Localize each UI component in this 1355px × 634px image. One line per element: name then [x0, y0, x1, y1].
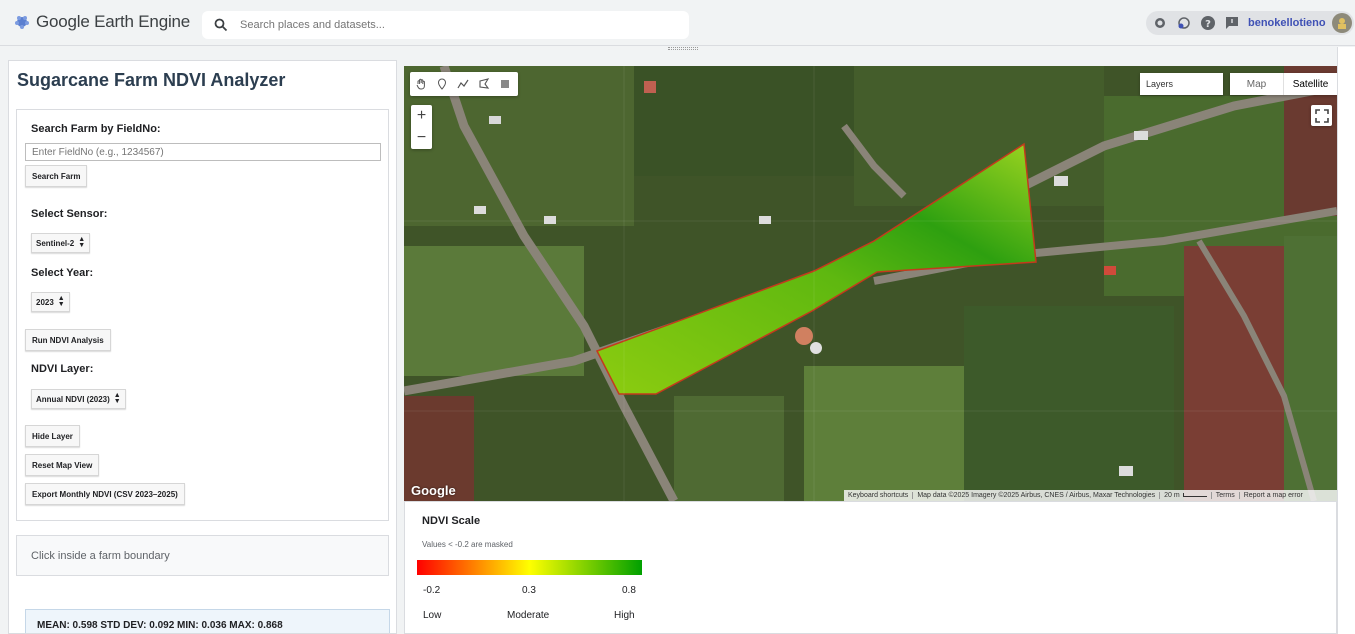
feedback-icon[interactable]	[1222, 13, 1242, 33]
sensor-select[interactable]: Sentinel-2 ▲ ▼	[31, 233, 91, 253]
app-logo[interactable]: Google Earth Engine	[14, 12, 190, 32]
year-label: Select Year:	[31, 267, 94, 279]
avatar[interactable]	[1331, 13, 1352, 33]
layers-button[interactable]: Layers	[1140, 73, 1223, 95]
hand-icon[interactable]	[410, 72, 431, 96]
point-icon[interactable]	[431, 72, 452, 96]
notifications-icon[interactable]	[1174, 13, 1194, 33]
ndvi-layer-select[interactable]: Annual NDVI (2023) ▲ ▼	[31, 389, 126, 409]
zoom-out-button[interactable]: −	[411, 127, 432, 149]
panel-title: Sugarcane Farm NDVI Analyzer	[17, 70, 286, 90]
ndvi-layer-label: NDVI Layer:	[31, 363, 94, 375]
map-type-toggle: Map Satellite	[1230, 73, 1337, 95]
satellite-imagery	[404, 66, 1337, 501]
brightness-icon[interactable]	[1150, 13, 1170, 33]
year-select[interactable]: 2023 ▲ ▼	[31, 292, 70, 312]
top-bar: Google Earth Engine ? benokellotieno	[0, 0, 1355, 46]
export-csv-button[interactable]: Export Monthly NDVI (CSV 2023–2025)	[25, 483, 185, 505]
username[interactable]: benokellotieno	[1248, 17, 1326, 29]
hide-layer-button[interactable]: Hide Layer	[25, 425, 80, 447]
legend-note: Values < -0.2 are masked	[422, 540, 513, 549]
zoom-in-button[interactable]: +	[411, 105, 432, 127]
right-gutter	[1337, 47, 1355, 634]
legend-high: High	[614, 610, 635, 621]
account-toolbar: ? benokellotieno	[1146, 11, 1354, 35]
google-logo: Google	[411, 483, 456, 498]
zoom-controls: + −	[411, 105, 432, 149]
search-input[interactable]	[240, 19, 660, 31]
year-value: 2023	[36, 297, 54, 307]
legend-mid: 0.3	[522, 585, 536, 596]
inspector-hint: Click inside a farm boundary	[31, 550, 170, 562]
keyboard-shortcuts-link[interactable]: Keyboard shortcuts	[844, 492, 914, 499]
scale-indicator[interactable]: 20 m	[1160, 492, 1212, 499]
panel-resize-handle[interactable]	[668, 47, 698, 50]
legend-color-bar	[417, 560, 642, 575]
select-caret-icon: ▲ ▼	[57, 295, 65, 308]
reset-map-view-button[interactable]: Reset Map View	[25, 454, 100, 476]
search-icon	[214, 18, 228, 32]
map-canvas[interactable]: + − Layers Map Satellite Google Keyboard…	[404, 66, 1337, 501]
map-type-satellite[interactable]: Satellite	[1283, 73, 1337, 95]
polygon-icon[interactable]	[473, 72, 494, 96]
sensor-value: Sentinel-2	[36, 238, 75, 248]
line-icon[interactable]	[452, 72, 473, 96]
select-caret-icon: ▲ ▼	[113, 392, 121, 405]
map-attribution: Keyboard shortcuts Map data ©2025 Imager…	[844, 490, 1337, 501]
run-ndvi-button[interactable]: Run NDVI Analysis	[25, 329, 111, 351]
search-box[interactable]	[202, 11, 689, 39]
controls-card: Search Farm by FieldNo: Search Farm Sele…	[16, 109, 389, 521]
legend-min: -0.2	[423, 585, 441, 596]
app-title: Google Earth Engine	[36, 12, 191, 31]
select-caret-icon: ▲ ▼	[78, 236, 86, 249]
inspector-card: Click inside a farm boundary	[16, 535, 389, 576]
sensor-label: Select Sensor:	[31, 208, 108, 220]
ndvi-legend-panel: NDVI Scale Values < -0.2 are masked -0.2…	[404, 501, 1337, 634]
map-data-credit: Map data ©2025 Imagery ©2025 Airbus, CNE…	[913, 492, 1161, 499]
svg-text:?: ?	[1205, 19, 1211, 30]
rectangle-icon[interactable]	[494, 72, 515, 96]
ndvi-layer-value: Annual NDVI (2023)	[36, 394, 110, 404]
stats-card: MEAN: 0.598 STD DEV: 0.092 MIN: 0.036 MA…	[25, 609, 390, 633]
fieldno-input[interactable]	[25, 143, 381, 161]
legend-title: NDVI Scale	[422, 515, 481, 527]
help-icon[interactable]: ?	[1198, 13, 1218, 33]
legend-max: 0.8	[622, 585, 636, 596]
fullscreen-icon[interactable]	[1311, 105, 1332, 126]
ndvi-stats: MEAN: 0.598 STD DEV: 0.092 MIN: 0.036 MA…	[37, 620, 283, 631]
drawing-tools	[410, 72, 518, 96]
terms-link[interactable]: Terms	[1212, 492, 1240, 499]
scale-bar	[1182, 493, 1207, 497]
legend-low: Low	[423, 610, 442, 621]
search-farm-button[interactable]: Search Farm	[25, 165, 88, 187]
report-error-link[interactable]: Report a map error	[1240, 492, 1307, 499]
legend-moderate: Moderate	[507, 610, 550, 621]
search-farm-label: Search Farm by FieldNo:	[31, 123, 161, 135]
left-panel: Sugarcane Farm NDVI Analyzer Search Farm…	[8, 60, 397, 634]
gee-logo-icon	[15, 16, 29, 29]
map-type-map[interactable]: Map	[1230, 73, 1283, 95]
scale-label: 20 m	[1164, 492, 1180, 499]
